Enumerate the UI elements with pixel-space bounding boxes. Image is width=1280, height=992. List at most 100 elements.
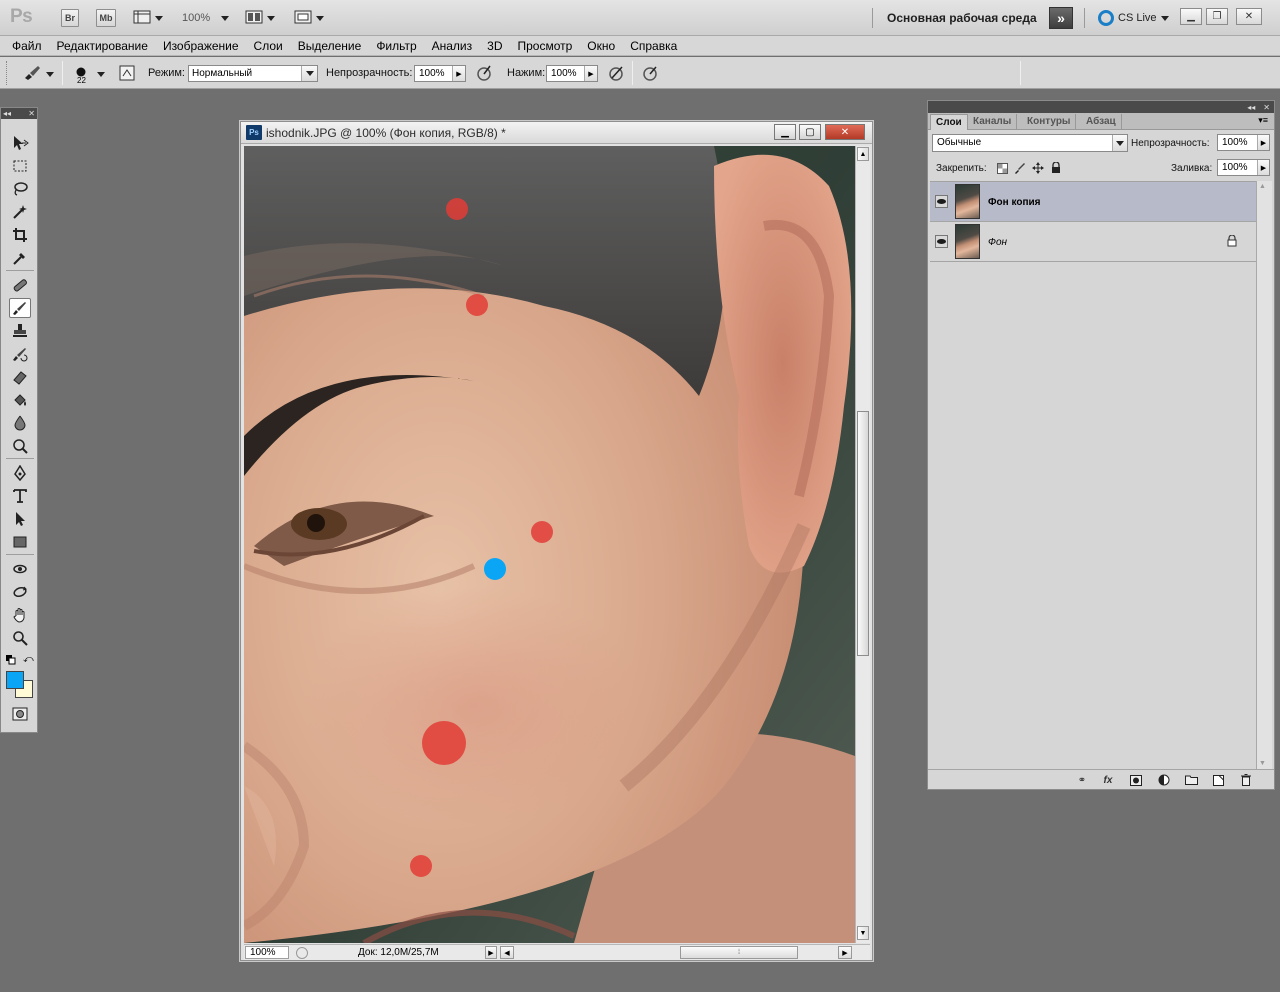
menu-filter[interactable]: Фильтр: [376, 39, 416, 53]
tab-paragraph[interactable]: Абзац: [1081, 114, 1122, 130]
layer-opacity-input[interactable]: 100% ▶: [1217, 134, 1270, 151]
options-bar-grip[interactable]: [6, 61, 9, 85]
scroll-down-icon[interactable]: ▼: [857, 926, 869, 940]
collapse-icon[interactable]: ◂◂: [1247, 103, 1255, 112]
cs-live-button[interactable]: CS Live: [1098, 10, 1169, 26]
menu-layer[interactable]: Слои: [254, 39, 283, 53]
menu-image[interactable]: Изображение: [163, 39, 239, 53]
document-minimize-button[interactable]: ▁: [774, 124, 796, 140]
vertical-scrollbar[interactable]: ▲ ▼: [855, 146, 870, 943]
brush-panel-toggle[interactable]: [117, 64, 137, 84]
collapse-icon[interactable]: ◂◂: [3, 109, 11, 118]
fill-input[interactable]: 100% ▶: [1217, 159, 1270, 176]
layers-panel-header[interactable]: ◂◂ ✕: [928, 101, 1274, 113]
paint-bucket-tool[interactable]: [9, 390, 31, 410]
tool-preset-picker[interactable]: [20, 64, 56, 84]
close-app-button[interactable]: ✕: [1236, 8, 1262, 25]
eraser-tool[interactable]: [9, 367, 31, 387]
layer-style-fx-icon[interactable]: fx: [1100, 773, 1116, 787]
close-icon[interactable]: ✕: [28, 109, 35, 118]
chevron-right-icon[interactable]: ▶: [1257, 135, 1269, 150]
add-mask-icon[interactable]: [1128, 773, 1144, 787]
scroll-left-icon[interactable]: ◀: [500, 946, 514, 959]
brush-tool[interactable]: [9, 298, 31, 318]
chevron-right-icon[interactable]: ▶: [452, 66, 465, 81]
type-tool[interactable]: [9, 486, 31, 506]
default-colors-button[interactable]: [6, 655, 16, 668]
zoom-level-dropdown[interactable]: 100%: [182, 12, 230, 24]
lock-all-icon[interactable]: [1050, 162, 1062, 174]
horizontal-scroll-thumb[interactable]: ⦙: [680, 946, 798, 959]
adjustment-layer-icon[interactable]: [1156, 773, 1172, 787]
tools-panel-header[interactable]: ◂◂ ✕: [1, 108, 37, 119]
document-maximize-button[interactable]: ▢: [799, 124, 821, 140]
dodge-tool[interactable]: [9, 436, 31, 456]
pressure-size-toggle[interactable]: [640, 64, 660, 84]
marquee-tool[interactable]: [9, 156, 31, 176]
path-selection-tool[interactable]: [9, 509, 31, 529]
menu-edit[interactable]: Редактирование: [57, 39, 148, 53]
mode-select[interactable]: Нормальный: [188, 65, 318, 82]
menu-window[interactable]: Окно: [587, 39, 615, 53]
view-extras-dropdown[interactable]: [133, 9, 163, 27]
screen-mode-dropdown[interactable]: [294, 9, 324, 27]
visibility-eye-icon[interactable]: [935, 195, 948, 208]
lock-position-icon[interactable]: [1032, 162, 1044, 174]
chevron-right-icon[interactable]: ▶: [584, 66, 597, 81]
link-layers-icon[interactable]: ⚭: [1072, 773, 1092, 787]
status-menu-arrow-icon[interactable]: ▶: [485, 946, 497, 959]
visibility-eye-icon[interactable]: [935, 235, 948, 248]
menu-analysis[interactable]: Анализ: [432, 39, 473, 53]
menu-select[interactable]: Выделение: [298, 39, 362, 53]
3d-rotate-tool[interactable]: [9, 559, 31, 579]
pen-tool[interactable]: [9, 463, 31, 483]
lock-image-icon[interactable]: [1014, 162, 1026, 174]
menu-help[interactable]: Справка: [630, 39, 677, 53]
scroll-right-icon[interactable]: ▶: [838, 946, 852, 959]
hand-tool[interactable]: [9, 605, 31, 625]
arrange-documents-dropdown[interactable]: [245, 9, 275, 27]
lock-transparency-icon[interactable]: [996, 162, 1008, 174]
tab-paths[interactable]: Контуры: [1022, 114, 1077, 130]
quick-mask-button[interactable]: [9, 704, 31, 724]
new-group-folder-icon[interactable]: [1183, 773, 1199, 787]
3d-orbit-tool[interactable]: [9, 582, 31, 602]
menu-file[interactable]: Файл: [12, 39, 42, 53]
scroll-up-icon[interactable]: ▲: [1259, 183, 1266, 190]
panel-menu-icon[interactable]: ▾≡: [1258, 115, 1268, 126]
status-refresh-icon[interactable]: [296, 947, 308, 959]
more-workspaces-button[interactable]: »: [1049, 7, 1073, 29]
layer-row-fon-kopiya[interactable]: Фон копия: [930, 182, 1256, 222]
blur-tool[interactable]: [9, 413, 31, 433]
pressure-opacity-toggle[interactable]: [474, 64, 494, 84]
flow-input[interactable]: 100% ▶: [546, 65, 598, 82]
eyedropper-tool[interactable]: [9, 248, 31, 268]
blend-mode-select[interactable]: Обычные: [932, 134, 1128, 152]
clone-stamp-tool[interactable]: [9, 321, 31, 341]
vertical-scroll-thumb[interactable]: [857, 411, 869, 656]
image-canvas[interactable]: [244, 146, 855, 943]
document-close-button[interactable]: ✕: [825, 124, 865, 140]
delete-layer-trash-icon[interactable]: [1238, 773, 1254, 787]
swap-colors-icon[interactable]: ⤺: [23, 654, 34, 665]
quick-selection-tool[interactable]: [9, 202, 31, 222]
new-layer-icon[interactable]: [1210, 773, 1226, 787]
history-brush-tool[interactable]: [9, 344, 31, 364]
layers-scrollbar[interactable]: ▲ ▼: [1256, 181, 1272, 769]
lasso-tool[interactable]: [9, 179, 31, 199]
airbrush-toggle[interactable]: [606, 64, 626, 84]
move-tool[interactable]: [9, 133, 31, 153]
crop-tool[interactable]: [9, 225, 31, 245]
document-titlebar[interactable]: Ps ishodnik.JPG @ 100% (Фон копия, RGB/8…: [241, 122, 872, 144]
layer-row-fon[interactable]: Фон: [930, 222, 1256, 262]
opacity-input[interactable]: 100% ▶: [414, 65, 466, 82]
menu-3d[interactable]: 3D: [487, 39, 502, 53]
bridge-button[interactable]: Br: [61, 9, 79, 27]
workspace-switcher[interactable]: Основная рабочая среда: [887, 11, 1037, 25]
close-icon[interactable]: ✕: [1263, 103, 1270, 112]
mini-bridge-button[interactable]: Mb: [96, 9, 116, 27]
chevron-right-icon[interactable]: ▶: [1257, 160, 1269, 175]
foreground-color-swatch[interactable]: [6, 671, 24, 689]
scroll-down-icon[interactable]: ▼: [1259, 760, 1266, 767]
zoom-tool[interactable]: [9, 628, 31, 648]
